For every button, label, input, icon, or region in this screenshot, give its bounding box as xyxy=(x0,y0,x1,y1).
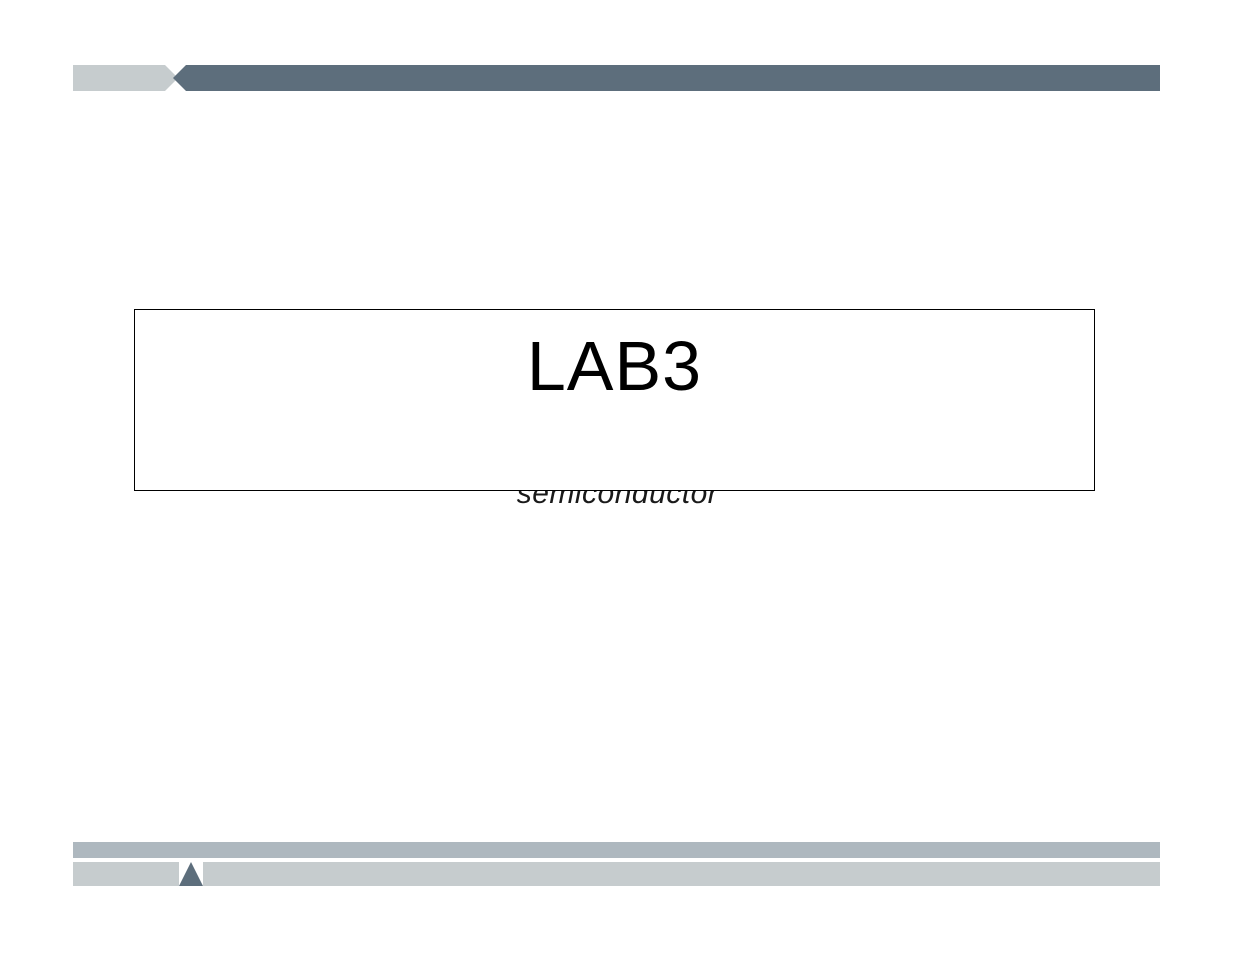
header-decoration xyxy=(73,65,1160,91)
footer-triangle xyxy=(179,862,203,886)
footer-bar-right xyxy=(203,862,1160,886)
header-arrow-right xyxy=(173,65,186,91)
header-bar-right xyxy=(186,65,1160,91)
title-container: LAB3 xyxy=(134,309,1095,491)
footer-bar-left xyxy=(73,862,179,886)
footer-decoration xyxy=(73,842,1160,886)
footer-bar-top xyxy=(73,842,1160,858)
slide-title: LAB3 xyxy=(527,326,702,406)
header-bar-left xyxy=(73,65,165,91)
